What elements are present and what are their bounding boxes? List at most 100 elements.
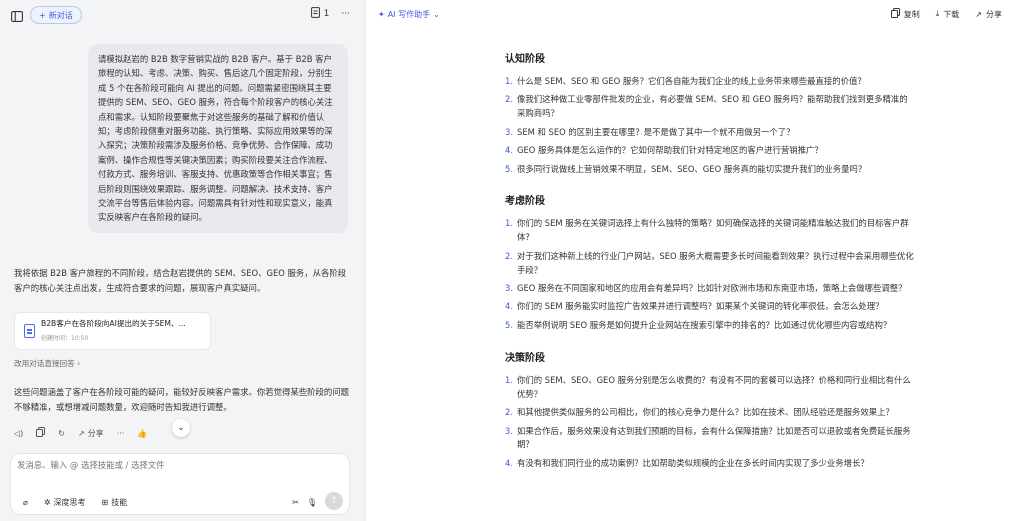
question-number: 1. (505, 76, 513, 86)
question-item: 2. 像我们这种做工业零部件批发的企业，有必要做 SEM、SEO 和 GEO 服务… (505, 93, 915, 121)
writing-assistant-label: AI 写作助手 (387, 10, 431, 19)
question-item: 5. 很多同行说做线上营销效果不明显，SEM、SEO、GEO 服务真的能切实提升我… (505, 163, 915, 177)
question-text: GEO 服务在不同国家和地区的应用会有差异吗？比如针对欧洲市场和东南亚市场，策略… (517, 283, 907, 294)
regenerate-icon[interactable]: ↻ (58, 429, 65, 438)
writing-assistant-dropdown[interactable]: ✦ AI 写作助手 ⌄ (378, 9, 440, 20)
thumbs-up-icon[interactable]: 👍 (137, 429, 147, 438)
document-topbar: ✦ AI 写作助手 ⌄ 复制 ⤓ 下载 ↗ 分享 (366, 0, 1024, 30)
question-number: 4. (505, 301, 513, 312)
sparkle-icon: ✦ (378, 10, 385, 19)
question-item: 4. 有没有和我们同行业的成功案例？比如帮助类似规模的企业在多长时间内实现了多少业… (505, 457, 915, 471)
deep-think-button[interactable]: ✲ 深度思考 (44, 497, 86, 508)
question-number: 3. (505, 283, 513, 294)
question-text: 和其他提供类似服务的公司相比，你们的核心竞争力是什么？比如在技术、团队经验还是服… (517, 407, 894, 418)
scroll-down-button[interactable]: ⌄ (172, 419, 190, 437)
download-button[interactable]: ⤓ 下载 (936, 8, 960, 20)
page-count: 1 (323, 9, 330, 19)
question-text: GEO 服务具体是怎么运作的？它如何帮助我们针对特定地区的客户进行营销推广？ (517, 145, 823, 156)
stage-title: 决策阶段 (505, 352, 545, 364)
copy-label: 复制 (903, 9, 920, 19)
copy-button[interactable]: 复制 (890, 8, 920, 20)
stage-title: 考虑阶段 (505, 196, 545, 208)
chat-panel: + 新对话 1 ··· 请模拟赵岩的 B2B 数字营销实战的 B2B 客户。基于… (0, 0, 365, 521)
new-chat-button[interactable]: + 新对话 (30, 6, 82, 24)
share-button[interactable]: ↗ 分享 (78, 428, 104, 439)
question-item: 3. SEM 和 SEO 的区别主要在哪里？是不是做了其中一个就不用做另一个了？ (505, 126, 915, 140)
share-button[interactable]: ↗ 分享 (975, 8, 1002, 20)
deep-think-icon: ✲ (43, 498, 51, 507)
question-text: SEM 和 SEO 的区别主要在哪里？是不是做了其中一个就不用做另一个了？ (517, 126, 795, 137)
question-number: 5. (505, 163, 513, 174)
question-number: 3. (505, 425, 513, 436)
share-icon: ↗ (77, 428, 85, 438)
microphone-icon[interactable]: 🎙 (307, 498, 317, 507)
document-panel: ✦ AI 写作助手 ⌄ 复制 ⤓ 下载 ↗ 分享 认知阶段 1. 什么是 SEM… (366, 0, 1024, 521)
paperclip-icon: ⌀ (23, 498, 28, 507)
share-label: 分享 (986, 9, 1002, 19)
document-content: 认知阶段 1. 什么是 SEM、SEO 和 GEO 服务？它们各自能为我们企业的线… (505, 50, 915, 487)
document-card-meta: 创建时间：10:50 (41, 335, 89, 342)
copy-icon (890, 8, 900, 20)
question-item: 4. 你们的 SEM 服务能实时监控广告效果并进行调整吗？如果某个关键词的转化率很… (505, 300, 915, 314)
question-item: 1. 你们的 SEM 服务在关键词选择上有什么独特的策略？如何确保选择的关键词能精… (505, 217, 915, 245)
question-number: 3. (505, 126, 513, 137)
chat-topbar: + 新对话 1 ··· (0, 0, 364, 30)
download-icon: ⤓ (935, 9, 940, 18)
page-count-button[interactable]: 1 (310, 7, 330, 21)
share-label: 分享 (87, 428, 104, 438)
more-options-button[interactable]: ··· (341, 9, 350, 19)
question-text: 你们的 SEM 服务能实时监控广告效果并进行调整吗？如果某个关键词的转化率很低，… (517, 301, 884, 312)
ai-outro-text: 这些问题涵盖了客户在各阶段可能的疑问，能较好反映客户需求。你若觉得某些阶段的问题… (14, 387, 349, 412)
download-label: 下载 (943, 9, 960, 19)
question-item: 5. 能否举例说明 SEO 服务是如何提升企业网站在搜索引擎中的排名的？比如通过优… (505, 319, 915, 333)
copy-icon[interactable] (36, 427, 46, 439)
scissors-icon[interactable]: ✂ (292, 498, 299, 507)
skills-icon: ⊞ (101, 498, 109, 507)
direct-answer-link[interactable]: 改用对话直接回答 › (14, 358, 80, 369)
question-number: 4. (505, 457, 513, 468)
question-item: 4. GEO 服务具体是怎么运作的？它如何帮助我们针对特定地区的客户进行营销推广？ (505, 144, 915, 158)
question-text: 你们的 SEM 服务在关键词选择上有什么独特的策略？如何确保选择的关键词能精准触… (517, 218, 909, 243)
sidebar-toggle-icon[interactable] (8, 7, 26, 25)
message-actions: ◁) ↻ ↗ 分享 ··· 👍 (14, 427, 147, 439)
question-item: 1. 你们的 SEM、SEO、GEO 服务分别是怎么收费的？有没有不同的套餐可以选… (505, 374, 915, 402)
document-card-title: B2B客户在各阶段向AI提出的关于SEM、... (41, 319, 186, 328)
chevron-down-icon: ⌄ (433, 10, 440, 19)
question-number: 2. (505, 407, 513, 418)
question-number: 1. (505, 218, 513, 229)
more-icon[interactable]: ··· (117, 429, 125, 438)
stage-section: 考虑阶段 1. 你们的 SEM 服务在关键词选择上有什么独特的策略？如何确保选择的… (505, 192, 915, 332)
question-text: 如果合作后，服务效果没有达到我们预期的目标，会有什么保障措施？比如是否可以退款或… (517, 425, 911, 450)
question-text: 对于我们这种新上线的行业门户网站，SEO 服务大概需要多长时间能看到效果？执行过… (517, 250, 914, 275)
arrow-up-icon: ↑ (330, 496, 338, 506)
question-item: 3. 如果合作后，服务效果没有达到我们预期的目标，会有什么保障措施？比如是否可以退… (505, 425, 915, 453)
question-number: 2. (505, 250, 513, 261)
question-number: 5. (505, 319, 513, 330)
share-icon: ↗ (975, 9, 982, 19)
new-chat-label: 新对话 (48, 10, 73, 20)
stage-title: 认知阶段 (505, 54, 545, 65)
plus-icon: + (39, 10, 46, 20)
skills-label: 技能 (111, 498, 128, 507)
question-item: 2. 对于我们这种新上线的行业门户网站，SEO 服务大概需要多长时间能看到效果？执… (505, 250, 915, 278)
question-item: 2. 和其他提供类似服务的公司相比，你们的核心竞争力是什么？比如在技术、团队经验还… (505, 406, 915, 420)
direct-answer-label: 改用对话直接回答 (14, 359, 75, 368)
question-number: 4. (505, 145, 513, 156)
send-button[interactable]: ↑ (325, 492, 343, 510)
chevron-right-icon: › (77, 359, 81, 368)
ai-intro-text: 我将依据 B2B 客户旅程的不同阶段，结合赵岩提供的 SEM、SEO、GEO 服… (14, 268, 347, 293)
attach-button[interactable]: ⌀ (23, 498, 28, 507)
question-text: 你们的 SEM、SEO、GEO 服务分别是怎么收费的？有没有不同的套餐可以选择？… (517, 374, 911, 399)
question-text: 有没有和我们同行业的成功案例？比如帮助类似规模的企业在多长时间内实现了多少业务增… (517, 457, 869, 468)
question-item: 3. GEO 服务在不同国家和地区的应用会有差异吗？比如针对欧洲市场和东南亚市场，… (505, 282, 915, 296)
message-input[interactable] (17, 460, 337, 470)
skills-button[interactable]: ⊞ 技能 (102, 497, 128, 508)
question-text: 能否举例说明 SEO 服务是如何提升企业网站在搜索引擎中的排名的？比如通过优化哪… (517, 319, 892, 330)
stage-section: 认知阶段 1. 什么是 SEM、SEO 和 GEO 服务？它们各自能为我们企业的线… (505, 50, 915, 176)
chevron-down-icon: ⌄ (177, 423, 185, 433)
document-card[interactable]: B2B客户在各阶段向AI提出的关于SEM、... 创建时间：10:50 (14, 312, 211, 350)
speaker-icon[interactable]: ◁) (14, 429, 23, 438)
question-number: 1. (505, 374, 513, 385)
file-icon (24, 324, 35, 338)
question-text: 很多同行说做线上营销效果不明显，SEM、SEO、GEO 服务真的能切实提升我们的… (517, 163, 867, 174)
